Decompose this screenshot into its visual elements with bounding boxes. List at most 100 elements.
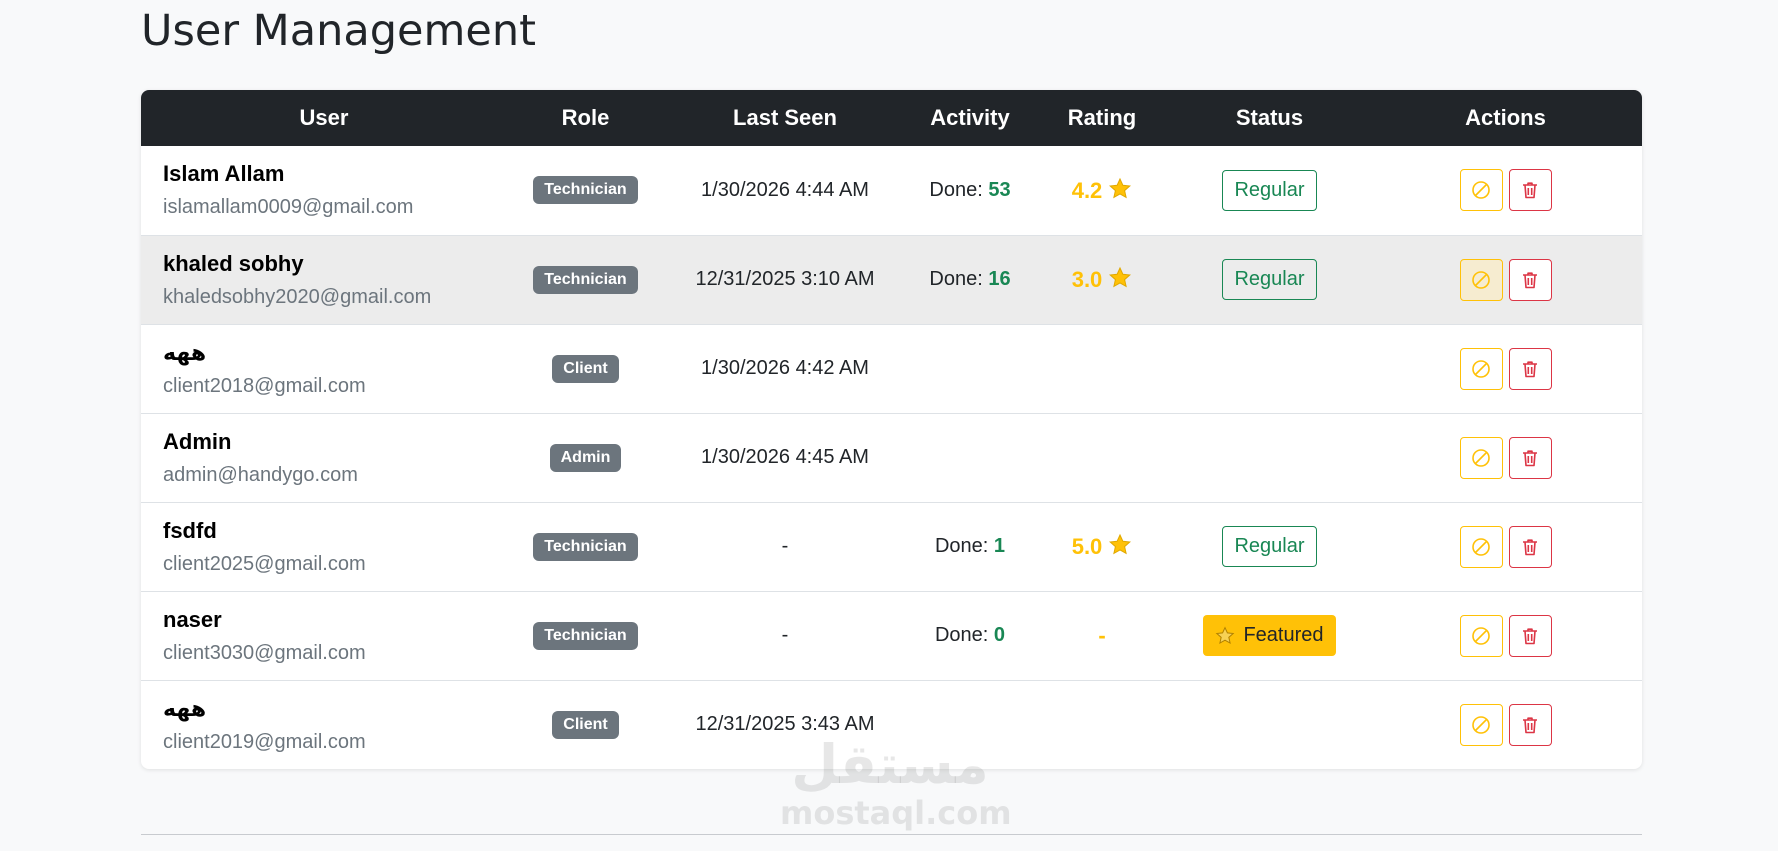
status-badge-regular[interactable]: Regular <box>1222 526 1317 567</box>
role-cell: Technician <box>507 235 664 324</box>
ban-user-button[interactable] <box>1459 436 1503 479</box>
status-cell <box>1170 680 1369 769</box>
users-table: User Role Last Seen Activity Rating Stat… <box>141 90 1642 769</box>
activity-label: Done: <box>934 624 994 646</box>
status-badge-regular[interactable]: Regular <box>1222 259 1317 300</box>
ban-user-button[interactable] <box>1459 614 1503 657</box>
ban-icon <box>1472 448 1490 467</box>
ban-user-button[interactable] <box>1459 347 1503 390</box>
delete-user-button[interactable] <box>1508 347 1552 390</box>
user-email: client2025@gmail.com <box>163 552 366 575</box>
ban-icon <box>1472 181 1490 200</box>
ban-user-button[interactable] <box>1459 703 1503 746</box>
delete-user-button[interactable] <box>1508 258 1552 301</box>
trash-icon <box>1523 538 1537 555</box>
user-name: naser <box>163 606 222 632</box>
rating: 3.0 <box>1071 266 1133 292</box>
rating-cell: 5.0 <box>1034 502 1170 591</box>
user-cell: naser client3030@gmail.com <box>141 591 507 680</box>
last-seen-cell: - <box>781 535 789 557</box>
row-actions <box>1459 169 1552 212</box>
last-seen-cell: 1/30/2026 4:45 AM <box>701 446 869 468</box>
row-actions <box>1459 347 1552 390</box>
star-icon <box>1109 533 1132 555</box>
header-rating: Rating <box>1034 90 1170 146</box>
trash-icon <box>1523 271 1537 288</box>
role-badge: Technician <box>533 265 638 294</box>
rating-cell: 4.2 <box>1034 146 1170 235</box>
ban-icon <box>1472 715 1490 734</box>
activity-text: Done: 0 <box>935 624 1005 646</box>
table-row[interactable]: Admin admin@handygo.com Admin 1/30/2026 … <box>141 413 1642 502</box>
actions-cell <box>1369 235 1642 324</box>
role-cell: Client <box>507 680 664 769</box>
rating: - <box>1098 623 1105 648</box>
page-title: User Management <box>141 6 536 56</box>
actions-cell <box>1369 680 1642 769</box>
delete-user-button[interactable] <box>1508 525 1552 568</box>
trash-icon <box>1523 360 1537 377</box>
ban-user-button[interactable] <box>1459 258 1503 301</box>
activity-label: Done: <box>934 535 994 557</box>
delete-user-button[interactable] <box>1508 703 1552 746</box>
activity-cell: Done: 53 <box>906 146 1034 235</box>
role-cell: Admin <box>507 413 664 502</box>
table-body: Islam Allam islamallam0009@gmail.com Tec… <box>141 146 1642 769</box>
actions-cell <box>1369 591 1642 680</box>
last-seen-cell: 1/30/2026 4:42 AM <box>701 357 869 379</box>
rating-value: 3.0 <box>1071 267 1103 292</box>
row-actions <box>1459 703 1552 746</box>
header-status: Status <box>1170 90 1369 146</box>
last-seen-cell: 12/31/2025 3:10 AM <box>695 268 875 290</box>
trash-icon <box>1523 627 1537 644</box>
rating-value: 4.2 <box>1071 177 1103 203</box>
trash-icon <box>1523 717 1537 734</box>
user-cell: ههه client2018@gmail.com <box>141 324 507 413</box>
rating-value: 5.0 <box>1071 534 1103 559</box>
users-table-wrapper: User Role Last Seen Activity Rating Stat… <box>141 90 1642 769</box>
ban-icon <box>1472 359 1490 378</box>
header-role: Role <box>507 90 664 146</box>
ban-icon <box>1472 270 1490 289</box>
done-count: 53 <box>988 178 1011 201</box>
ban-user-button[interactable] <box>1459 169 1503 212</box>
row-actions <box>1459 436 1552 479</box>
delete-user-button[interactable] <box>1508 614 1552 657</box>
activity-text: Done: 53 <box>929 179 1010 201</box>
main-container: User Management User Role Last Seen Acti… <box>141 0 1642 769</box>
activity-label: Done: <box>929 268 989 290</box>
role-badge: Technician <box>533 621 638 650</box>
user-name: khaled sobhy <box>163 250 304 276</box>
role-cell: Technician <box>507 146 664 235</box>
ban-user-button[interactable] <box>1459 525 1503 568</box>
user-email: client2019@gmail.com <box>163 730 366 753</box>
activity-text: Done: 1 <box>935 535 1005 557</box>
actions-cell <box>1369 413 1642 502</box>
user-cell: fsdfd client2025@gmail.com <box>141 502 507 591</box>
header-actions: Actions <box>1369 90 1642 146</box>
delete-user-button[interactable] <box>1508 169 1552 212</box>
done-count: 1 <box>993 535 1006 557</box>
user-email: islamallam0009@gmail.com <box>163 196 414 219</box>
table-row[interactable]: naser client3030@gmail.com Technician - … <box>141 591 1642 680</box>
user-cell: Islam Allam islamallam0009@gmail.com <box>141 146 507 235</box>
table-row[interactable]: fsdfd client2025@gmail.com Technician - … <box>141 502 1642 591</box>
last-seen-cell: - <box>781 624 789 646</box>
user-email: client3030@gmail.com <box>163 641 366 664</box>
table-row[interactable]: ههه client2018@gmail.com Client 1/30/202… <box>141 324 1642 413</box>
header-activity: Activity <box>906 90 1034 146</box>
trash-icon <box>1523 182 1537 199</box>
role-cell: Technician <box>507 502 664 591</box>
watermark: مستقل mostaql.com <box>780 733 1012 832</box>
table-row[interactable]: khaled sobhy khaledsobhy2020@gmail.com T… <box>141 235 1642 324</box>
status-badge-featured[interactable]: Featured <box>1203 615 1336 656</box>
status-cell <box>1170 413 1369 502</box>
delete-user-button[interactable] <box>1508 436 1552 479</box>
bottom-divider <box>141 834 1642 835</box>
rating-cell <box>1034 413 1170 502</box>
role-cell: Technician <box>507 591 664 680</box>
table-row[interactable]: Islam Allam islamallam0009@gmail.com Tec… <box>141 146 1642 235</box>
status-badge-regular[interactable]: Regular <box>1222 169 1317 211</box>
watermark-mark: مستقل <box>791 733 989 796</box>
rating: 5.0 <box>1071 533 1133 559</box>
